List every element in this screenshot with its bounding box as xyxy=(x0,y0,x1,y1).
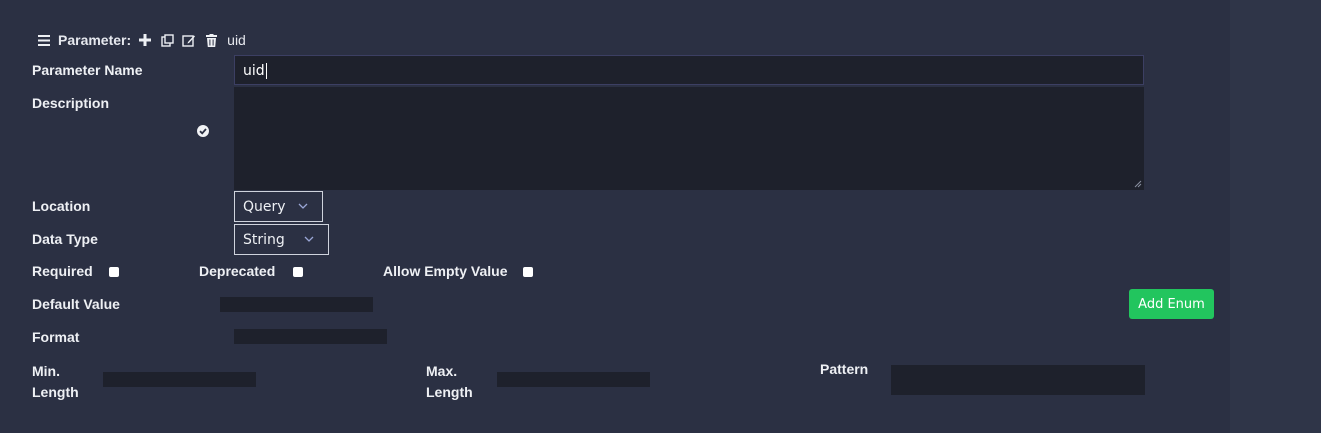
parameter-header: Parameter: uid xyxy=(36,31,246,49)
parameter-name-value: uid xyxy=(243,63,265,79)
location-label: Location xyxy=(32,198,91,214)
description-label: Description xyxy=(32,95,110,111)
deprecated-checkbox[interactable] xyxy=(293,267,303,277)
parameter-name-display: uid xyxy=(227,32,246,48)
parameter-title: Parameter: xyxy=(58,32,132,48)
format-label: Format xyxy=(32,329,80,345)
pattern-input[interactable] xyxy=(891,365,1145,395)
default-value-input[interactable] xyxy=(220,297,373,312)
edit-icon[interactable] xyxy=(181,32,197,48)
parameter-name-input[interactable]: uid xyxy=(234,55,1144,85)
allow-empty-value-label: Allow Empty Value xyxy=(383,263,508,279)
max-length-label: Max. Length xyxy=(426,361,473,403)
add-icon[interactable] xyxy=(137,32,153,48)
menu-icon[interactable] xyxy=(36,32,52,48)
data-type-select[interactable]: String xyxy=(234,224,329,255)
allow-empty-value-checkbox[interactable] xyxy=(523,267,533,277)
add-enum-button[interactable]: Add Enum xyxy=(1129,289,1214,319)
copy-icon[interactable] xyxy=(159,32,175,48)
min-length-label-line2: Length xyxy=(32,384,79,400)
data-type-label: Data Type xyxy=(32,231,98,247)
data-type-value: String xyxy=(243,231,285,248)
chevron-down-icon xyxy=(304,236,314,242)
format-input[interactable] xyxy=(234,329,387,344)
required-label: Required xyxy=(32,263,93,279)
location-value: Query xyxy=(243,198,286,215)
check-circle-icon[interactable] xyxy=(197,124,209,142)
min-length-input[interactable] xyxy=(103,372,256,387)
max-length-label-line1: Max. xyxy=(426,363,458,379)
pattern-label: Pattern xyxy=(820,361,869,377)
text-caret xyxy=(265,63,267,79)
max-length-label-line2: Length xyxy=(426,384,473,400)
min-length-label-line1: Min. xyxy=(32,363,60,379)
right-margin xyxy=(1230,0,1321,433)
max-length-input[interactable] xyxy=(497,372,650,387)
location-select[interactable]: Query xyxy=(234,191,323,222)
trash-icon[interactable] xyxy=(203,32,219,48)
description-textarea[interactable] xyxy=(234,87,1144,190)
deprecated-label: Deprecated xyxy=(199,263,276,279)
chevron-down-icon xyxy=(298,203,308,209)
parameter-name-label: Parameter Name xyxy=(32,62,143,78)
min-length-label: Min. Length xyxy=(32,361,79,403)
resize-handle-icon[interactable] xyxy=(1134,180,1142,188)
default-value-label: Default Value xyxy=(32,296,120,312)
required-checkbox[interactable] xyxy=(109,267,119,277)
